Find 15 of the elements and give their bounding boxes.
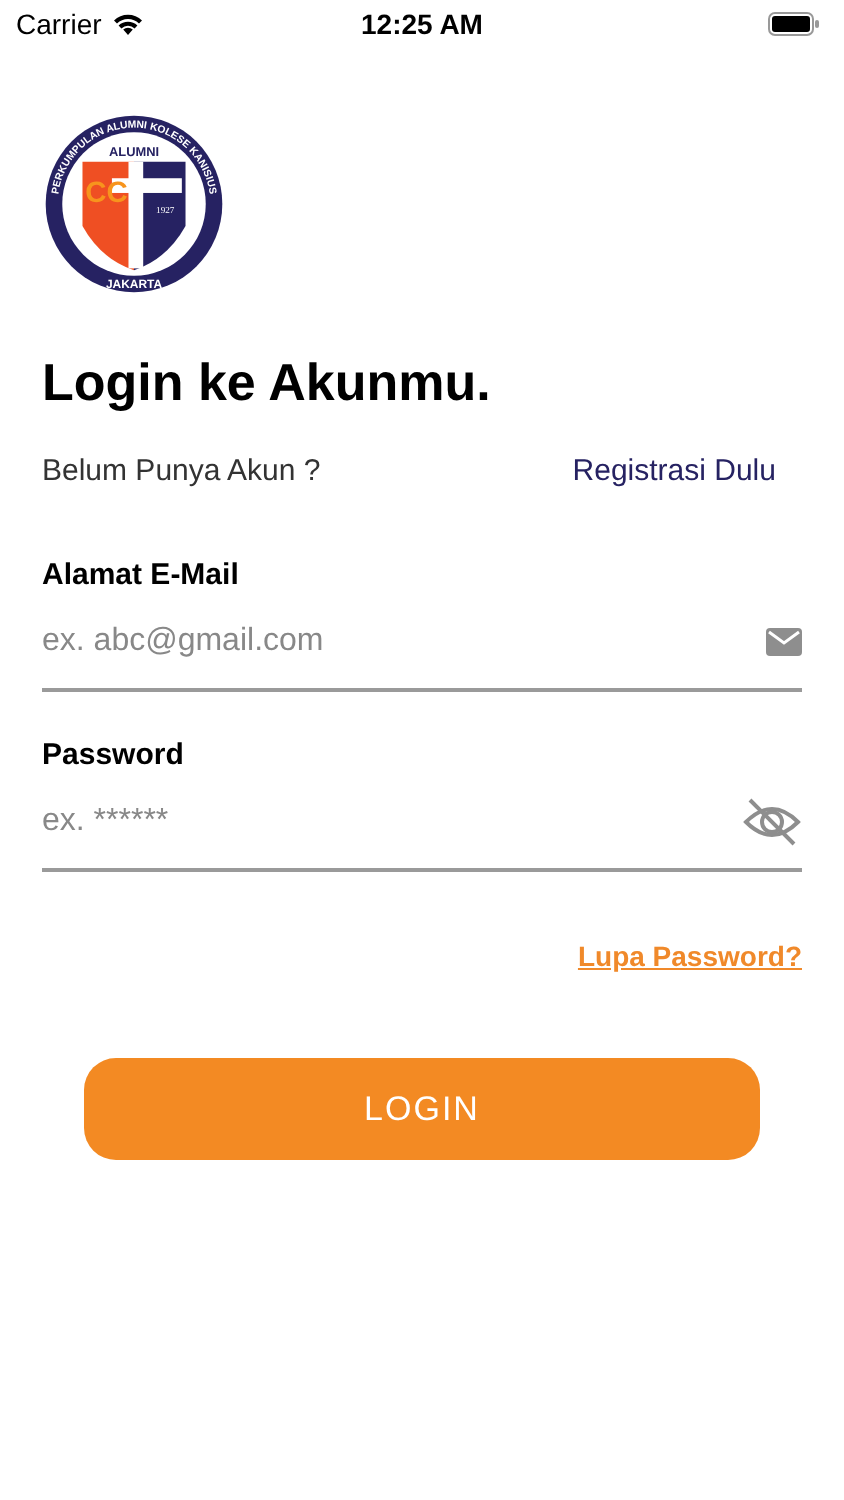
email-field[interactable]: ex. abc@gmail.com	[42, 618, 766, 666]
field-label: Password	[42, 736, 186, 776]
status-time: 12:25 AM	[361, 8, 483, 40]
carrier-label: Carrier	[16, 8, 102, 40]
forgot-password-link[interactable]: Lupa Password?	[577, 940, 802, 972]
register-link[interactable]: Registrasi Dulu	[572, 454, 776, 488]
eye-slash-icon[interactable]	[742, 796, 802, 848]
wifi-icon	[111, 12, 144, 36]
mail-icon	[766, 628, 802, 656]
page-title: Login ke Akunmu.	[42, 350, 493, 414]
login-button[interactable]: LOGIN	[84, 1058, 760, 1160]
password-field[interactable]: ex. ******	[42, 798, 742, 846]
register-prompt: Belum Punya Akun ?	[42, 454, 321, 488]
field-label: Alamat E-Mail	[42, 556, 241, 596]
battery-icon	[768, 12, 820, 36]
